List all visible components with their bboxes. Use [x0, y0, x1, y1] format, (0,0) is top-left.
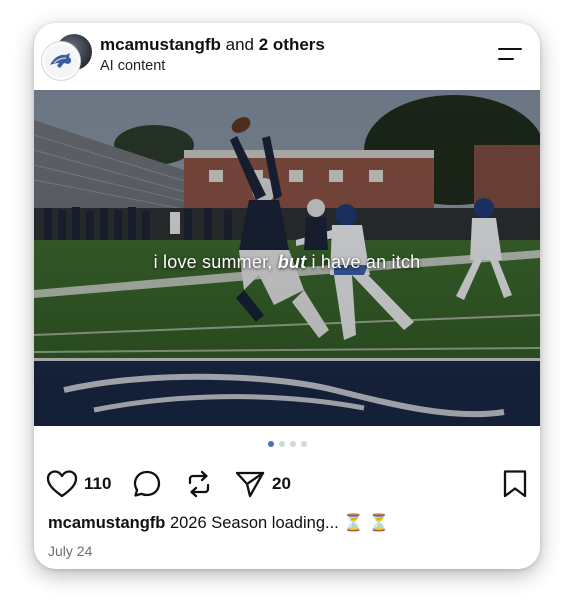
author-line: mcamustangfb and 2 others: [100, 35, 325, 55]
avatar[interactable]: [42, 42, 80, 80]
overlay-text-after: i have an itch: [306, 252, 421, 272]
share-count[interactable]: 20: [272, 474, 291, 494]
overlay-text-emphasis: but: [277, 252, 307, 272]
bookmark-icon: [503, 470, 527, 498]
overlay-text-before: i love summer,: [153, 252, 278, 272]
menu-button[interactable]: [496, 45, 526, 65]
menu-lines-icon-short: [498, 58, 514, 61]
post-card: mcamustangfb and 2 others AI content i l…: [34, 23, 540, 569]
post-image[interactable]: i love summer, but i have an itch: [34, 90, 540, 426]
carousel-dot[interactable]: [289, 441, 296, 447]
menu-lines-icon: [498, 48, 522, 51]
carousel-indicator: [34, 441, 540, 447]
share-button[interactable]: 20: [234, 467, 291, 501]
post-caption: mcamustangfb 2026 Season loading... ⏳ ⏳: [48, 514, 389, 533]
heart-icon: [46, 470, 78, 498]
comment-button[interactable]: [132, 467, 162, 501]
avatar-stack[interactable]: [42, 32, 94, 82]
carousel-dot[interactable]: [278, 441, 285, 447]
image-caption-overlay: i love summer, but i have an itch: [34, 252, 540, 273]
carousel-dot[interactable]: [267, 441, 274, 447]
repost-button[interactable]: [184, 467, 214, 501]
post-header: mcamustangfb and 2 others AI content: [34, 23, 540, 90]
action-bar: 110 20: [46, 467, 528, 501]
post-date: July 24: [48, 543, 93, 559]
caption-text: 2026 Season loading...: [165, 514, 344, 532]
coauthors-link[interactable]: 2 others: [259, 35, 325, 54]
coauthors-connector: and: [220, 35, 259, 54]
caption-author[interactable]: mcamustangfb: [48, 514, 165, 532]
like-count[interactable]: 110: [84, 474, 111, 494]
repost-arrows-icon: [188, 470, 210, 498]
mustang-logo-icon: [50, 53, 72, 68]
hourglass-emoji: ⏳ ⏳: [343, 514, 390, 532]
like-button[interactable]: 110: [46, 467, 111, 501]
ai-content-label[interactable]: AI content: [100, 58, 165, 74]
author-username[interactable]: mcamustangfb: [100, 35, 221, 54]
carousel-dot[interactable]: [300, 441, 307, 447]
save-button[interactable]: [502, 469, 528, 504]
send-paper-plane-icon: [235, 471, 265, 498]
comment-bubble-icon: [133, 470, 161, 497]
